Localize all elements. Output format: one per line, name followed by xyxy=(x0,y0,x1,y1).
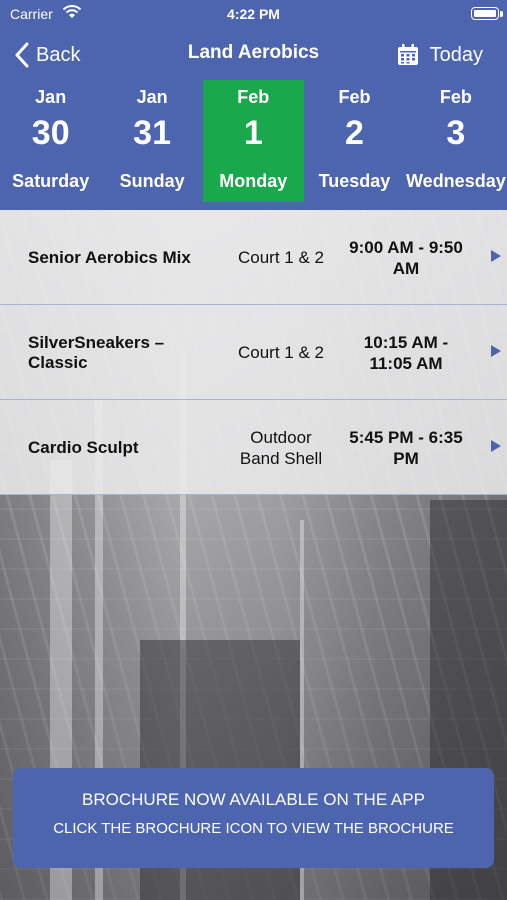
date-feb-1-selected[interactable]: Feb 1 Monday xyxy=(202,80,304,202)
date-weekday: Monday xyxy=(219,171,288,191)
session-location: Court 1 & 2 xyxy=(238,343,324,362)
battery-icon xyxy=(471,7,499,20)
status-bar: Carrier 4:22 PM xyxy=(0,0,507,30)
date-day: 1 xyxy=(243,114,263,152)
session-name: Cardio Sculpt xyxy=(28,437,139,457)
date-day: 2 xyxy=(345,114,364,152)
session-time: 9:00 AM - 9:50 AM xyxy=(349,237,463,278)
date-jan-30[interactable]: Jan 30 Saturday xyxy=(0,80,101,202)
today-label: Today xyxy=(429,43,483,66)
date-feb-3[interactable]: Feb 3 Wednesday xyxy=(405,80,506,202)
session-location: Outdoor Band Shell xyxy=(239,427,323,468)
date-weekday: Wednesday xyxy=(406,171,506,191)
date-weekday: Sunday xyxy=(119,171,185,191)
today-button[interactable]: Today xyxy=(396,40,483,70)
session-list: Senior Aerobics Mix Court 1 & 2 9:00 AM … xyxy=(0,210,507,495)
session-time: 5:45 PM - 6:35 PM xyxy=(349,427,463,468)
navigation-bar: Back Land Aerobics Today xyxy=(0,30,507,80)
session-row[interactable]: Cardio Sculpt Outdoor Band Shell 5:45 PM… xyxy=(0,400,507,495)
status-time: 4:22 PM xyxy=(227,6,280,22)
session-time: 10:15 AM - 11:05 AM xyxy=(363,332,449,373)
brochure-subtext: CLICK THE BROCHURE ICON TO VIEW THE BROC… xyxy=(53,820,454,837)
session-location: Court 1 & 2 xyxy=(238,248,324,267)
session-row[interactable]: SilverSneakers – Classic Court 1 & 2 10:… xyxy=(0,305,507,400)
chevron-left-icon xyxy=(15,42,29,68)
brochure-headline: BROCHURE NOW AVAILABLE ON THE APP xyxy=(82,790,425,809)
session-name: Senior Aerobics Mix xyxy=(28,247,191,267)
date-day: 3 xyxy=(446,114,466,152)
date-weekday: Saturday xyxy=(12,171,90,191)
disclosure-arrow-icon xyxy=(491,250,501,262)
disclosure-arrow-icon xyxy=(491,440,501,452)
date-month: Jan xyxy=(35,87,67,107)
brochure-banner[interactable]: BROCHURE NOW AVAILABLE ON THE APP CLICK … xyxy=(13,768,494,868)
date-feb-2[interactable]: Feb 2 Tuesday xyxy=(304,80,405,202)
session-name: SilverSneakers – Classic xyxy=(28,332,165,372)
date-month: Feb xyxy=(237,87,270,107)
session-row[interactable]: Senior Aerobics Mix Court 1 & 2 9:00 AM … xyxy=(0,210,507,305)
date-selector: Jan 30 Saturday Jan 31 Sunday Feb 1 Mond… xyxy=(0,80,507,210)
disclosure-arrow-icon xyxy=(491,345,501,357)
date-month: Feb xyxy=(338,87,371,107)
back-button[interactable]: Back xyxy=(14,40,80,70)
back-label: Back xyxy=(36,43,81,66)
date-day: 31 xyxy=(133,114,171,152)
date-month: Feb xyxy=(439,87,472,107)
date-day: 30 xyxy=(31,114,70,152)
date-weekday: Tuesday xyxy=(318,171,391,191)
date-jan-31[interactable]: Jan 31 Sunday xyxy=(101,80,202,202)
calendar-icon xyxy=(397,44,418,65)
date-month: Jan xyxy=(136,87,168,107)
